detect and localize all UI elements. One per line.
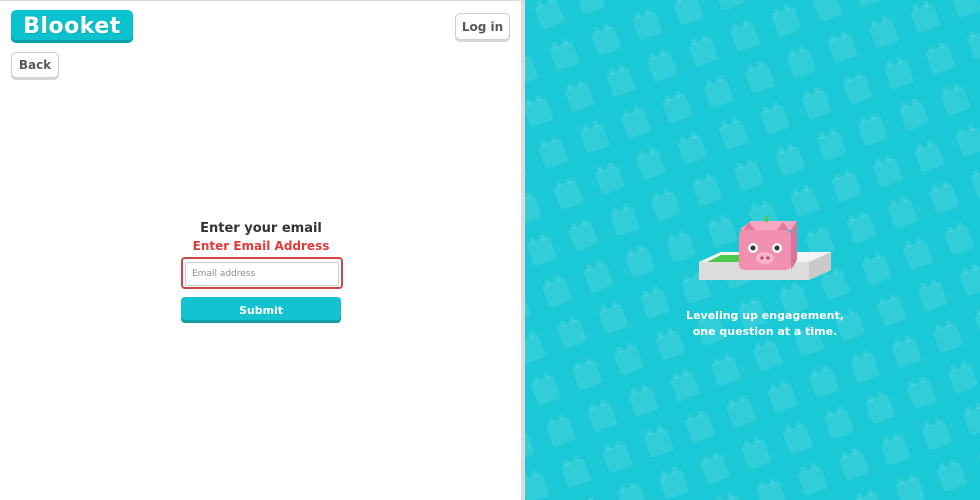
form-title: Enter your email bbox=[200, 221, 322, 236]
login-panel: Blooket Log in Back Enter your email Ent… bbox=[0, 0, 521, 500]
logo-text: Blooket bbox=[23, 14, 121, 39]
error-message: Enter Email Address bbox=[192, 239, 330, 253]
email-input[interactable] bbox=[185, 262, 339, 286]
email-field-wrapper bbox=[181, 257, 343, 289]
pig-blook-icon bbox=[699, 216, 831, 280]
login-button[interactable]: Log in bbox=[455, 13, 510, 40]
page: Blooket Log in Back Enter your email Ent… bbox=[0, 0, 980, 500]
back-button[interactable]: Back bbox=[11, 52, 59, 78]
blooket-logo[interactable]: Blooket bbox=[11, 10, 133, 43]
submit-button[interactable]: Submit bbox=[181, 297, 341, 323]
tagline: Leveling up engagement, one question at … bbox=[640, 308, 890, 340]
tagline-line-1: Leveling up engagement, bbox=[686, 309, 844, 322]
promo-panel: Leveling up engagement, one question at … bbox=[525, 0, 980, 500]
tagline-line-2: one question at a time. bbox=[692, 325, 838, 338]
